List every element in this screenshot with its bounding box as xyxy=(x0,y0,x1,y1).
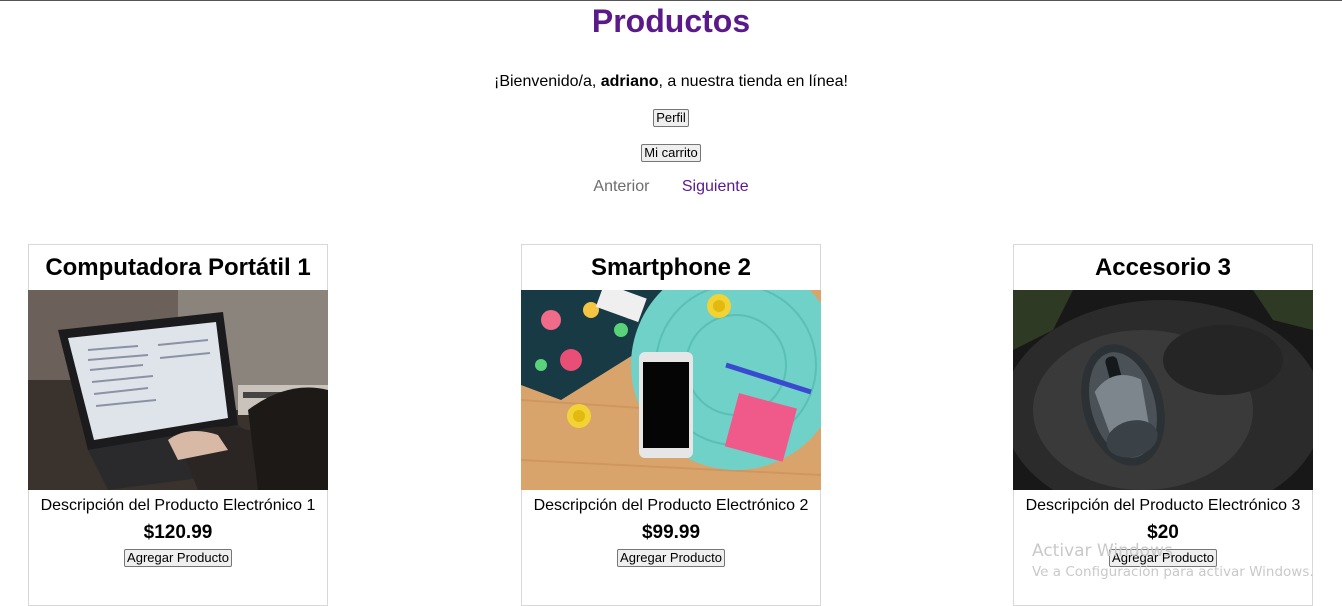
profile-row: Perfil xyxy=(0,109,1342,127)
welcome-suffix: , a nuestra tienda en línea! xyxy=(658,73,848,90)
product-card: Accesorio 3 Descripción del Producto Ele… xyxy=(1013,244,1313,606)
next-link[interactable]: Siguiente xyxy=(682,178,749,195)
add-product-button[interactable]: Agregar Producto xyxy=(1109,549,1217,567)
laptop-photo xyxy=(28,290,328,490)
mouse-photo xyxy=(1013,290,1313,490)
add-product-button[interactable]: Agregar Producto xyxy=(617,549,725,567)
add-product-button[interactable]: Agregar Producto xyxy=(124,549,232,567)
product-description: Descripción del Producto Electrónico 1 xyxy=(40,497,316,514)
welcome-message: ¡Bienvenido/a, adriano, a nuestra tienda… xyxy=(0,73,1342,91)
username: adriano xyxy=(600,73,659,90)
page-title: Productos xyxy=(591,3,751,39)
product-name: Smartphone 2 xyxy=(590,254,752,281)
cart-row: Mi carrito xyxy=(0,144,1342,162)
welcome-prefix: ¡Bienvenido/a, xyxy=(494,73,601,90)
pagination: Anterior Siguiente xyxy=(0,178,1342,196)
product-price: $20 xyxy=(1147,522,1179,543)
cart-button[interactable]: Mi carrito xyxy=(641,144,701,162)
previous-link[interactable]: Anterior xyxy=(593,178,649,195)
smartphone-photo xyxy=(521,290,821,490)
profile-button[interactable]: Perfil xyxy=(653,109,689,127)
product-description: Descripción del Producto Electrónico 3 xyxy=(1025,497,1301,514)
product-card: Computadora Portátil 1 Descripción del P… xyxy=(28,244,328,606)
product-card: Smartphone 2 Descripción del Producto El… xyxy=(521,244,821,606)
product-description: Descripción del Producto Electrónico 2 xyxy=(533,497,809,514)
product-name: Computadora Portátil 1 xyxy=(45,254,311,281)
product-price: $99.99 xyxy=(641,522,701,543)
product-price: $120.99 xyxy=(143,522,213,543)
product-name: Accesorio 3 xyxy=(1094,254,1232,281)
